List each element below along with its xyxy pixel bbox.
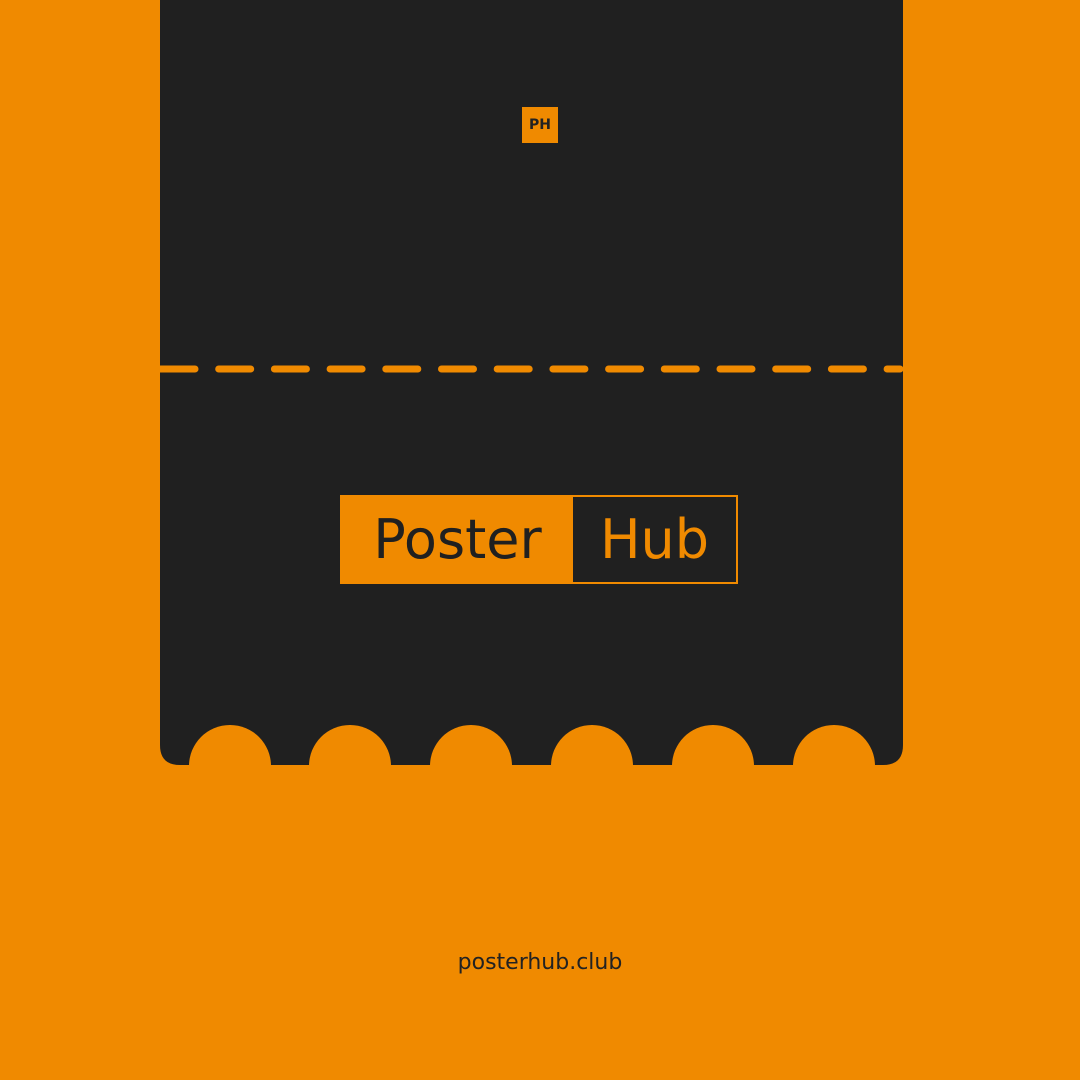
logo-left-text: Poster (342, 497, 573, 582)
logo-right-text: Hub (599, 508, 710, 571)
posterhub-logo: Poster Hub (340, 495, 738, 584)
website-url[interactable]: posterhub.club (0, 950, 1080, 975)
ph-badge-logo: PH (522, 107, 558, 143)
